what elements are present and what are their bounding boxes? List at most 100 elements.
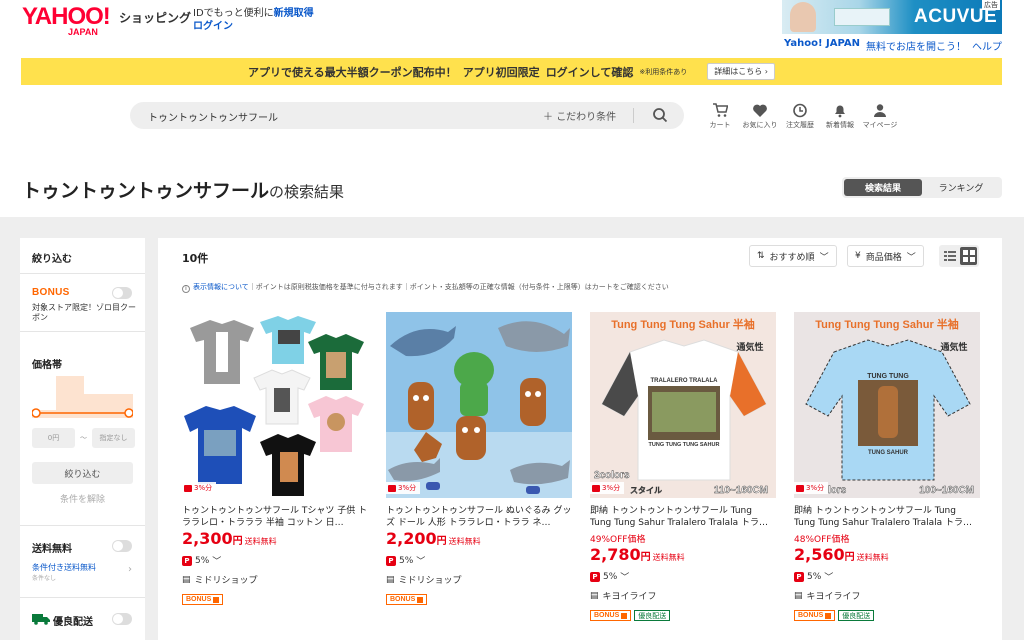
search-bar[interactable]: トゥントゥントゥンサフール ＋ こだわり条件: [130, 102, 684, 129]
coupon-banner[interactable]: アプリで使える最大半額クーポン配布中！ アプリ初回限定 ログインして確認 ※利用…: [21, 58, 1002, 85]
store-icon: ▤: [794, 590, 803, 601]
ad-banner[interactable]: ACUVUE 広告: [782, 0, 1002, 34]
product-card[interactable]: TUNG TUNG TUNG SAHUR Tung Tung Tung Sahu…: [794, 312, 980, 621]
bonus-tag: BONUS: [182, 594, 224, 605]
price-yen: 円: [640, 552, 651, 563]
price-max-handle[interactable]: [124, 408, 133, 418]
store-name: ミドリショップ: [194, 576, 258, 586]
view-toggle: [939, 245, 979, 267]
service-name[interactable]: ショッピング: [119, 9, 191, 26]
login-promo: IDでもっと便利に新規取得 ログイン: [193, 7, 314, 33]
nav-favorites[interactable]: お気に入り: [740, 103, 780, 130]
product-price: 2,780円 送料無料: [590, 546, 776, 567]
filter-sidebar: 絞り込む BONUS 対象ストア限定！ゾロ目クーポン 価格帯 0円 ～ 指定なし…: [20, 238, 145, 640]
list-view-button[interactable]: [941, 247, 958, 265]
store-info[interactable]: ▤ キヨイライフ: [590, 589, 776, 603]
product-image[interactable]: TRALALERO TRALALA TUNG TUNG TUNG SAHUR T…: [590, 312, 776, 498]
nav-cart[interactable]: カート: [700, 103, 740, 130]
product-image[interactable]: 3%分: [182, 312, 368, 498]
banner-detail-button[interactable]: 詳細はこちら ›: [707, 63, 775, 80]
bonus-tag: BONUS: [794, 610, 836, 621]
sort-recommended-button[interactable]: ⇅ おすすめ順 ﹀: [749, 245, 837, 267]
store-info[interactable]: ▤ ミドリショップ: [182, 573, 368, 587]
percent-badge-text: 3%分: [602, 484, 621, 492]
login-link[interactable]: ログイン: [193, 21, 233, 32]
list-view-icon: [943, 251, 956, 261]
search-icon[interactable]: [652, 107, 668, 123]
filter-conditions-label: こだわり条件: [556, 112, 617, 123]
product-name[interactable]: トゥントゥントゥンサフール ぬいぐるみ グッズ ドール 人形 トララレロ・トララ…: [386, 505, 572, 529]
filter-conditions-button[interactable]: ＋ こだわり条件: [543, 108, 616, 123]
bonus-tag-icon: [621, 612, 628, 619]
product-name[interactable]: 即納 トゥントゥントゥンサフール Tung Tung Tung Sahur Tr…: [590, 505, 776, 529]
yahoo-japan-link[interactable]: Yahoo! JAPAN: [784, 38, 860, 53]
results-panel: 10件 ⇅ おすすめ順 ﹀ ¥ 商品価格 ﹀ i 表示情報について｜ポイントは原則…: [158, 238, 1002, 640]
free-shipping-toggle[interactable]: [112, 540, 132, 552]
grid-view-icon: [962, 250, 975, 262]
paypay-icon: P: [794, 571, 804, 582]
help-link[interactable]: ヘルプ: [972, 38, 1002, 53]
tab-search-results[interactable]: 検索結果: [844, 179, 922, 196]
bonus-tag-icon: [417, 596, 424, 603]
sidebar-title: 絞り込む: [32, 254, 72, 265]
price-yen: 円: [844, 552, 855, 563]
image-caption-side: 通気性: [736, 341, 763, 353]
signup-link[interactable]: 新規取得: [274, 8, 314, 19]
paypay-icon: P: [590, 571, 600, 582]
good-delivery-toggle[interactable]: [112, 613, 132, 625]
price-max-input[interactable]: 指定なし: [92, 428, 135, 448]
sidebar-price-section: 価格帯 0円 ～ 指定なし 絞り込む 条件を解除: [20, 332, 145, 526]
open-store-link[interactable]: 無料でお店を開こう！: [866, 38, 966, 53]
points-info[interactable]: P 5% ﹀: [794, 570, 980, 583]
product-card[interactable]: TRALALERO TRALALA TUNG TUNG TUNG SAHUR T…: [590, 312, 776, 621]
narrow-button[interactable]: 絞り込む: [32, 462, 133, 484]
product-image[interactable]: 3%分: [386, 312, 572, 498]
cart-icon: [713, 103, 728, 117]
points-value: 5%: [195, 555, 210, 566]
chevron-down-icon: ﹀: [906, 252, 916, 263]
product-card[interactable]: 3%分 トゥントゥントゥンサフール ぬいぐるみ グッズ ドール 人形 トララレロ…: [386, 312, 572, 621]
points-value: 5%: [603, 571, 618, 582]
points-info[interactable]: P 5% ﹀: [182, 554, 368, 567]
paypay-icon: P: [182, 555, 192, 566]
percent-badge: 3%分: [386, 482, 421, 494]
store-info[interactable]: ▤ ミドリショップ: [386, 573, 572, 587]
chevron-down-icon: ﹀: [819, 252, 829, 263]
points-info[interactable]: P 5% ﹀: [386, 554, 572, 567]
product-image[interactable]: TUNG TUNG TUNG SAHUR Tung Tung Tung Sahu…: [794, 312, 980, 498]
nav-news[interactable]: 新着情報: [820, 103, 860, 130]
store-name: キヨイライフ: [602, 592, 657, 602]
product-name[interactable]: トゥントゥントゥンサフール Tシャツ 子供 トララレロ・トラララ 半袖 コットン…: [182, 505, 368, 529]
coupon-icon: [592, 484, 600, 492]
search-input[interactable]: トゥントゥントゥンサフール: [148, 109, 278, 124]
percent-badge: 3%分: [794, 482, 829, 494]
image-caption-side: 通気性: [940, 341, 967, 353]
product-name[interactable]: 即納 トゥントゥントゥンサフール Tung Tung Tung Sahur Tr…: [794, 505, 980, 529]
price-min-input[interactable]: 0円: [32, 428, 75, 448]
display-info-link[interactable]: 表示情報について: [193, 283, 249, 291]
nav-order-history[interactable]: 注文履歴: [780, 103, 820, 130]
product-card[interactable]: 3%分 トゥントゥントゥンサフール Tシャツ 子供 トララレロ・トラララ 半袖 …: [182, 312, 368, 621]
store-info[interactable]: ▤ キヨイライフ: [794, 589, 980, 603]
bonus-toggle[interactable]: [112, 287, 132, 299]
sort-price-button[interactable]: ¥ 商品価格 ﹀: [847, 245, 924, 267]
price-min-handle[interactable]: [32, 408, 41, 418]
clear-conditions-link[interactable]: 条件を解除: [32, 492, 133, 505]
yahoo-logo[interactable]: YAHOO! JAPAN: [22, 5, 111, 37]
coupon-icon: [796, 484, 804, 492]
info-icon: i: [182, 285, 190, 293]
product-price: 2,300円 送料無料: [182, 530, 368, 551]
heart-icon: [753, 104, 767, 117]
tab-ranking[interactable]: ランキング: [922, 179, 1000, 196]
grid-view-button[interactable]: [960, 247, 977, 265]
points-info[interactable]: P 5% ﹀: [590, 570, 776, 583]
price-value: 2,780: [590, 545, 641, 564]
conditional-shipping-link[interactable]: 条件付き送料無料: [32, 562, 96, 573]
image-print-text-1: TRALALERO TRALALA: [651, 378, 719, 384]
product-tags: BONUS: [182, 594, 368, 605]
history-icon: [793, 103, 807, 118]
product-tags: BONUS 優良配送: [794, 610, 980, 621]
nav-mypage[interactable]: マイページ: [860, 103, 900, 130]
price-title: 価格帯: [32, 360, 62, 371]
sidebar-good-delivery-section: 優良配送: [20, 598, 145, 638]
